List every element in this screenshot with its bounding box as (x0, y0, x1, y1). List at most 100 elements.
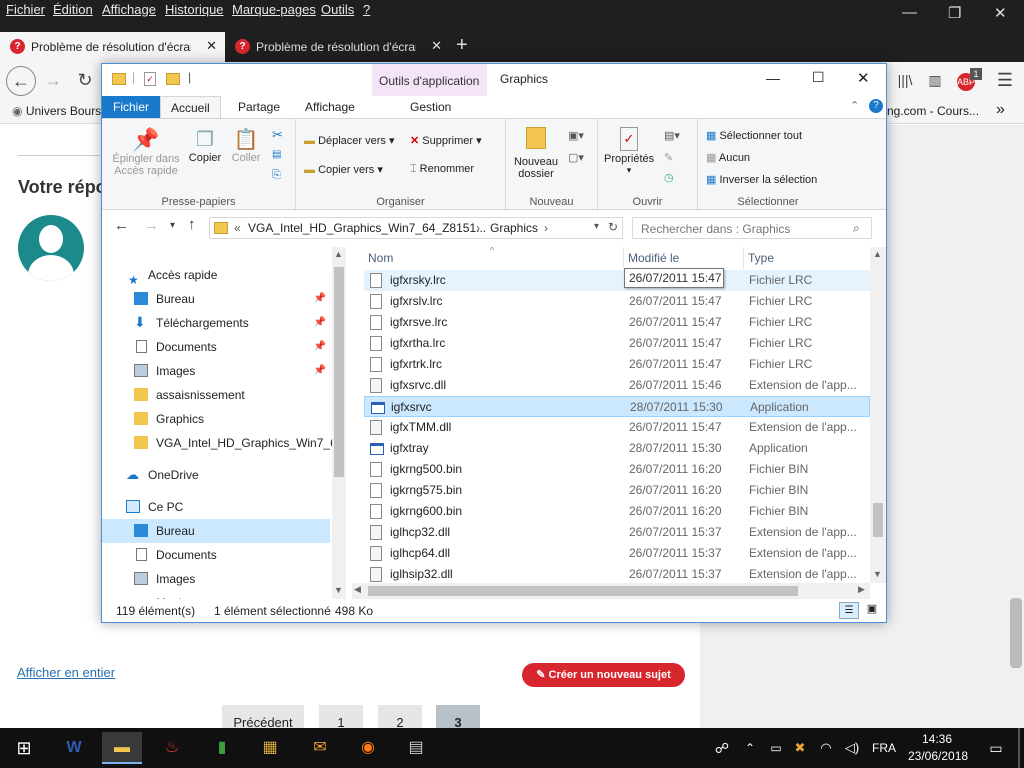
back-icon[interactable]: ← (114, 217, 129, 234)
pager-page-3[interactable]: 3 (436, 705, 480, 728)
details-view-icon[interactable]: ☰ (839, 602, 859, 619)
browser-tab-2[interactable]: ? Problème de résolution d'écran ✕ (225, 32, 450, 62)
file-explorer-icon[interactable]: ▬ (102, 732, 142, 764)
menu-historique[interactable]: Historique (165, 2, 224, 17)
copy-path-icon[interactable]: ▤ (272, 149, 281, 160)
search-box[interactable]: Rechercher dans : Graphics ⌕ (632, 217, 872, 239)
scroll-thumb[interactable] (368, 586, 798, 596)
file-row[interactable]: igfxrslv.lrc 26/07/2011 15:47 Fichier LRC (364, 291, 870, 312)
scroll-thumb[interactable] (334, 267, 344, 477)
nav-this-pc[interactable]: Ce PC (102, 495, 330, 519)
people-icon[interactable]: ☍ (702, 732, 742, 764)
file-row[interactable]: iglhcp32.dll 26/07/2011 15:37 Extension de… (364, 522, 870, 543)
adblock-icon[interactable]: ABP 1 (952, 66, 982, 96)
tab-affichage[interactable]: Affichage (295, 96, 365, 118)
column-modified[interactable]: Modifié le (628, 247, 744, 269)
bookmark-univers[interactable]: ◉ Univers Bours (12, 104, 101, 118)
language-indicator[interactable]: FRA (872, 741, 896, 755)
file-row[interactable]: iglhcp64.dll 26/07/2011 15:37 Extension de… (364, 543, 870, 564)
scroll-thumb[interactable] (873, 503, 883, 537)
show-desktop-button[interactable] (1018, 728, 1020, 768)
move-to-button[interactable]: ▬ Déplacer vers ▾ (304, 134, 395, 147)
volume-icon[interactable]: ◁) (840, 732, 864, 764)
new-folder-quick-icon[interactable] (166, 73, 180, 85)
nav-pc-bureau[interactable]: Bureau (102, 519, 330, 543)
scroll-right-icon[interactable]: ▶ (858, 584, 865, 595)
nav-scrollbar[interactable]: ▲ ▼ (332, 247, 346, 599)
edit-icon[interactable]: ✎ (664, 151, 673, 164)
sidebar-icon[interactable]: ▥ (920, 66, 950, 96)
minimize-icon[interactable]: — (766, 70, 780, 86)
address-bar[interactable]: « VGA_Intel_HD_Graphics_Win7_64_Z8151...… (209, 217, 623, 239)
browser-tab-1[interactable]: ? Problème de résolution d'écran ✕ (0, 32, 225, 62)
pin-quick-access-button[interactable]: 📌 Épingler dans Accès rapide (108, 127, 184, 177)
tab-fichier[interactable]: Fichier (102, 96, 160, 118)
tray-chevron-icon[interactable]: ⌃ (740, 732, 760, 764)
column-name[interactable]: Nom (368, 247, 624, 269)
select-all-button[interactable]: ▦ Sélectionner tout (706, 129, 802, 142)
nav-pc-documents[interactable]: Documents (102, 543, 330, 567)
nav-documents[interactable]: Documents 📌 (102, 335, 330, 359)
new-folder-button[interactable]: Nouveau dossier (510, 127, 562, 180)
qat-dropdown-icon[interactable]: | (188, 70, 191, 84)
file-row[interactable]: igkrng500.bin 26/07/2011 16:20 Fichier BIN (364, 459, 870, 480)
tab-accueil[interactable]: Accueil (160, 96, 221, 118)
battery-icon[interactable]: ▭ (764, 732, 788, 764)
app-flame-icon[interactable]: ♨ (152, 732, 192, 764)
close-icon[interactable]: ✕ (857, 69, 870, 87)
breadcrumb-chevron-icon[interactable]: › (544, 221, 548, 235)
reload-icon[interactable]: ↻ (70, 66, 100, 96)
page-scrollbar[interactable] (1010, 598, 1022, 668)
nav-graphics[interactable]: Graphics (102, 407, 330, 431)
breadcrumb-vga[interactable]: VGA_Intel_HD_Graphics_Win7_64_Z8151... (248, 221, 486, 235)
tray-app-icon[interactable]: ✖ (788, 732, 812, 764)
minimize-icon[interactable]: — (902, 4, 917, 21)
breadcrumb-graphics[interactable]: Graphics (490, 221, 538, 235)
properties-button[interactable]: ✓ Propriétés ▾ (604, 127, 654, 176)
file-row[interactable]: igfxtray 28/07/2011 15:30 Application (364, 438, 870, 459)
refresh-icon[interactable]: ↻ (608, 220, 618, 234)
notifications-icon[interactable]: ▭ (976, 732, 1016, 764)
tab-close-icon[interactable]: ✕ (206, 38, 217, 54)
file-row[interactable]: igfxrtrk.lrc 26/07/2011 15:47 Fichier LRC (364, 354, 870, 375)
close-icon[interactable]: ✕ (994, 4, 1007, 22)
filelist-vscrollbar[interactable]: ▲ ▼ (870, 247, 886, 583)
nav-vga-folder[interactable]: VGA_Intel_HD_Graphics_Win7_64_ (102, 431, 332, 455)
pager-page-2[interactable]: 2 (378, 705, 422, 728)
start-windows-icon[interactable]: ⊞ (4, 732, 44, 764)
bookmark-right[interactable]: ng.com - Cours... (887, 104, 979, 118)
nav-quick-access[interactable]: ★ Accès rapide (102, 263, 330, 287)
nav-images[interactable]: Images 📌 (102, 359, 330, 383)
mail-app-icon[interactable]: ✉ (300, 732, 340, 764)
tab-close-icon[interactable]: ✕ (431, 38, 442, 54)
menu-affichage[interactable]: Affichage (102, 2, 156, 17)
scroll-left-icon[interactable]: ◀ (354, 584, 361, 595)
search-icon[interactable]: ⌕ (853, 221, 860, 236)
column-type[interactable]: Type (748, 247, 868, 269)
address-dropdown-icon[interactable]: ▾ (594, 221, 599, 232)
nav-bureau[interactable]: Bureau 📌 (102, 287, 330, 311)
breadcrumb-chevron-icon[interactable]: › (476, 221, 480, 235)
tab-gestion[interactable]: Gestion (400, 96, 461, 118)
forward-icon[interactable]: → (38, 66, 68, 96)
scroll-up-icon[interactable]: ▲ (873, 249, 882, 259)
history-icon[interactable]: ◷ (664, 171, 674, 184)
show-all-link[interactable]: Afficher en entier (17, 665, 115, 680)
file-row[interactable]: igkrng600.bin 26/07/2011 16:20 Fichier BIN (364, 501, 870, 522)
word-icon[interactable]: W (54, 732, 94, 764)
open-icon[interactable]: ▤▾ (664, 129, 680, 142)
copy-button[interactable]: ❐ Copier (186, 127, 224, 164)
new-item-icon[interactable]: ▣▾ (568, 129, 584, 142)
properties-quick-icon[interactable]: ✓ (144, 72, 156, 86)
nav-onedrive[interactable]: ☁ OneDrive (102, 463, 330, 487)
paste-button[interactable]: 📋 Coller (228, 127, 264, 164)
file-row[interactable]: igkrng575.bin 26/07/2011 16:20 Fichier BIN (364, 480, 870, 501)
help-icon[interactable]: ? (869, 99, 883, 113)
filelist-hscrollbar[interactable]: ◀ ▶ (352, 583, 870, 599)
search-input[interactable]: Rechercher dans : Graphics (641, 222, 790, 236)
restore-icon[interactable]: ❐ (948, 4, 961, 22)
menu-outils[interactable]: Outils (321, 2, 354, 17)
cut-icon[interactable]: ✂ (272, 127, 283, 143)
chart-app-icon[interactable]: ▮ (202, 732, 242, 764)
tab-partage[interactable]: Partage (228, 96, 290, 118)
